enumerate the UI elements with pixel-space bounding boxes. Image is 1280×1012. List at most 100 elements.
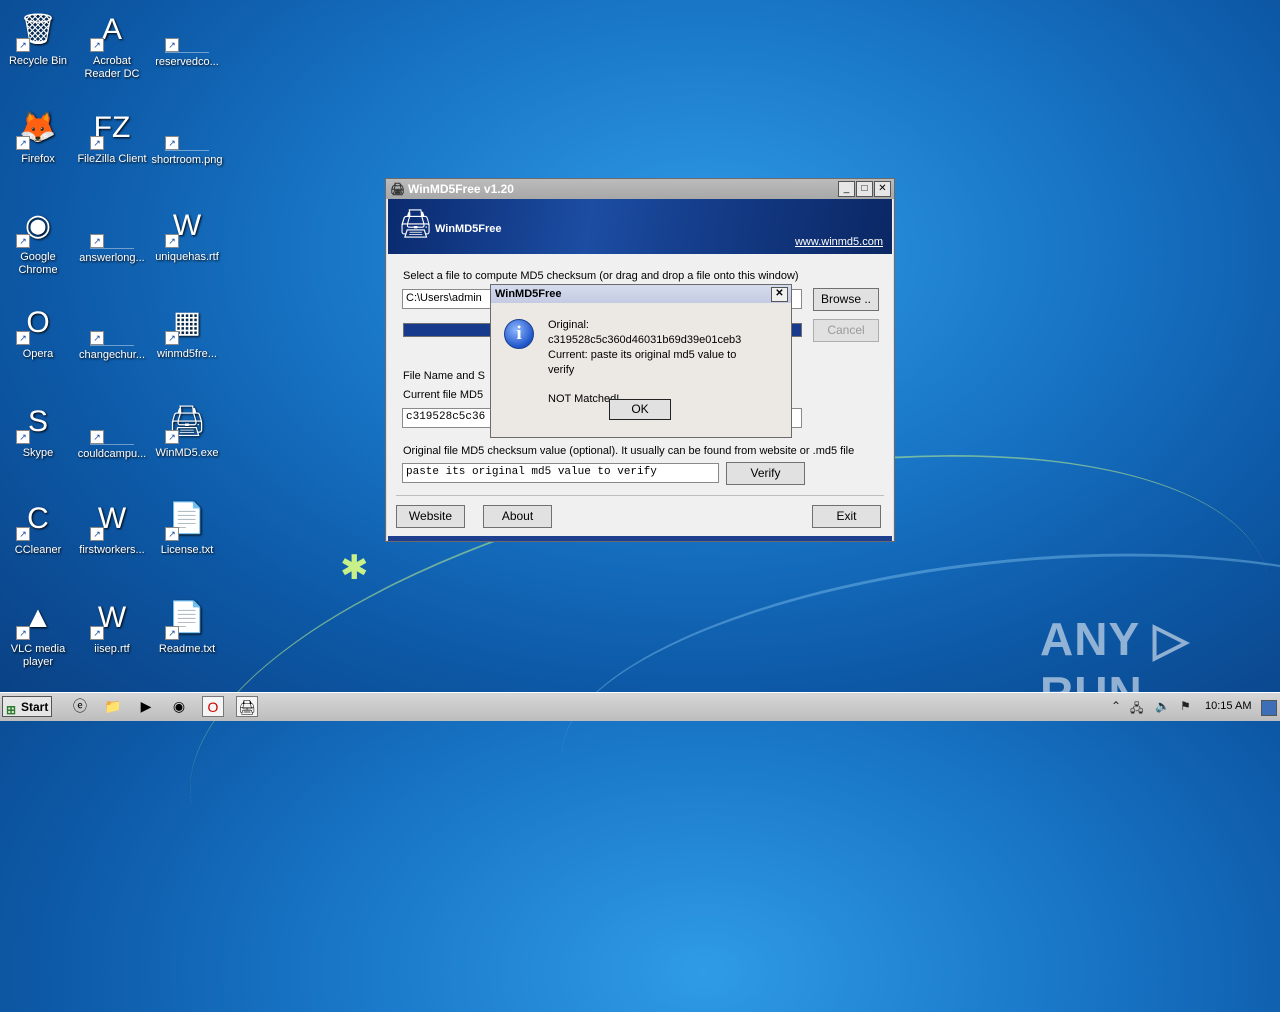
shortcut-arrow-icon: ↗ [16,136,30,150]
desktop-icon-image: ↗ [90,204,134,249]
winmd5-logo-icon: 🖨 [398,208,434,239]
window-title: WinMD5Free v1.20 [408,182,514,196]
ok-button[interactable]: OK [609,399,671,420]
desktop-icon[interactable]: 🗑 ↗ Recycle Bin [1,8,75,68]
about-button[interactable]: About [483,505,552,528]
shortcut-arrow-icon: ↗ [90,38,104,52]
volume-icon[interactable]: 🔈 [1155,699,1170,713]
desktop-icon-label: iisep.rtf [94,643,130,655]
show-hidden-icons-icon[interactable]: ⌃ [1111,699,1121,713]
shortcut-arrow-icon: ↗ [165,527,179,541]
shortcut-arrow-icon: ↗ [16,331,30,345]
desktop-icon-image: A ↗ [90,8,134,52]
desktop-icon[interactable]: W ↗ iisep.rtf [75,596,149,656]
original-md5-input[interactable]: paste its original md5 value to verify [402,463,719,483]
maximize-button[interactable]: □ [856,181,873,197]
dialog-close-icon[interactable]: ✕ [771,286,788,302]
desktop-icon[interactable]: W ↗ firstworkers... [75,497,149,557]
desktop-icon[interactable]: ↗ changechur... [75,301,149,362]
file-name-size-label: File Name and S [403,370,485,382]
start-button[interactable]: ⊞ Start [2,696,52,717]
network-icon[interactable]: 🖧 [1130,699,1143,720]
website-link[interactable]: www.winmd5.com [795,236,883,248]
original-md5-label: Original file MD5 checksum value (option… [403,445,855,457]
desktop-icon[interactable]: ↗ reservedco... [150,8,224,69]
desktop-icon-image: ↗ [165,8,209,53]
exit-button[interactable]: Exit [812,505,881,528]
desktop-icon[interactable]: 📄 ↗ Readme.txt [150,596,224,656]
cancel-button[interactable]: Cancel [813,319,879,342]
desktop-icon[interactable]: A ↗ Acrobat Reader DC [75,8,149,81]
close-button[interactable]: ✕ [874,181,891,197]
shortcut-arrow-icon: ↗ [165,626,179,640]
window-bottom-bar [388,536,892,541]
shortcut-arrow-icon: ↗ [16,38,30,52]
desktop-icon[interactable]: 🖨 ↗ WinMD5.exe [150,400,224,460]
app-banner: 🖨 WinMD5Free www.winmd5.com [388,199,892,254]
dialog-current-line-2: verify [548,364,575,376]
desktop-icon-image: S ↗ [16,400,60,444]
window-titlebar[interactable]: 🖨 WinMD5Free v1.20 _ □ ✕ [386,179,894,199]
desktop-icon-image: ▲ ↗ [16,596,60,640]
result-dialog[interactable]: WinMD5Free ✕ i Original: c319528c5c360d4… [490,284,792,438]
opera-taskbar-icon[interactable]: O [202,696,224,717]
desktop-icon-image: ◉ ↗ [16,204,60,248]
verify-button[interactable]: Verify [726,462,805,485]
taskbar-clock[interactable]: 10:15 AM [1205,700,1251,712]
desktop-icon[interactable]: ▦ ↗ winmd5fre... [150,301,224,361]
desktop-icon[interactable]: C ↗ CCleaner [1,497,75,557]
desktop-icon-image: W ↗ [90,596,134,640]
shortcut-arrow-icon: ↗ [90,136,104,150]
desktop-icon[interactable]: FZ ↗ FileZilla Client [75,106,149,166]
app-icon: 🖨 [390,182,406,196]
desktop-icon[interactable]: ↗ couldcampu... [75,400,149,461]
desktop-icon[interactable]: W ↗ uniquehas.rtf [150,204,224,264]
desktop-icon-image: 🗑 ↗ [16,8,60,52]
desktop-icon-image: O ↗ [16,301,60,345]
winmd5-taskbar-icon[interactable]: 🖨 [236,696,258,717]
dialog-titlebar[interactable]: WinMD5Free ✕ [491,285,791,303]
desktop-icon-label: CCleaner [14,544,62,556]
desktop-icon[interactable]: ▲ ↗ VLC media player [1,596,75,669]
desktop-icon-label: reservedco... [155,56,219,68]
desktop-icon-label: firstworkers... [79,544,145,556]
desktop-icon[interactable]: 📄 ↗ License.txt [150,497,224,557]
desktop-icon-image: W ↗ [165,204,209,248]
desktop-icon-image: 📄 ↗ [165,596,209,640]
shortcut-arrow-icon: ↗ [165,136,179,150]
shortcut-arrow-icon: ↗ [90,527,104,541]
desktop-icon[interactable]: ↗ shortroom.png [150,106,224,167]
minimize-button[interactable]: _ [838,181,855,197]
desktop-icon-label: winmd5fre... [157,348,217,360]
desktop-icon-label: Skype [22,447,54,459]
shortcut-arrow-icon: ↗ [90,626,104,640]
desktop-icon-label: answerlong... [79,252,145,264]
action-center-flag-icon[interactable]: ⚑ [1180,699,1191,713]
shortcut-arrow-icon: ↗ [165,430,179,444]
media-player-taskbar-icon[interactable]: ▶ [135,696,157,717]
desktop-icon-label: Firefox [21,153,55,165]
desktop-icon-image: ↗ [90,400,134,445]
shortcut-arrow-icon: ↗ [90,331,104,345]
shortcut-arrow-icon: ↗ [90,234,104,248]
desktop-icon[interactable]: O ↗ Opera [1,301,75,361]
desktop-icon-label: License.txt [160,544,214,556]
desktop-icon-image: C ↗ [16,497,60,541]
show-desktop-icon[interactable] [1261,700,1277,716]
dialog-original-hash: c319528c5c360d46031b69d39e01ceb3 [548,334,742,346]
desktop-icon[interactable]: ↗ answerlong... [75,204,149,265]
desktop-icon-label: Readme.txt [158,643,216,655]
chrome-taskbar-icon[interactable]: ◉ [168,696,190,717]
ie-taskbar-icon[interactable]: ⓔ [69,696,91,717]
desktop-icon[interactable]: 🦊 ↗ Firefox [1,106,75,166]
shortcut-arrow-icon: ↗ [165,331,179,345]
shortcut-arrow-icon: ↗ [16,234,30,248]
desktop-icon-label: shortroom.png [151,154,223,166]
dialog-original-label: Original: [548,319,589,331]
desktop-icon[interactable]: ◉ ↗ Google Chrome [1,204,75,277]
browse-button[interactable]: Browse .. [813,288,879,311]
banner-app-name: WinMD5Free [435,223,502,235]
explorer-taskbar-icon[interactable]: 📁 [102,696,124,717]
website-button[interactable]: Website [396,505,465,528]
desktop-icon[interactable]: S ↗ Skype [1,400,75,460]
